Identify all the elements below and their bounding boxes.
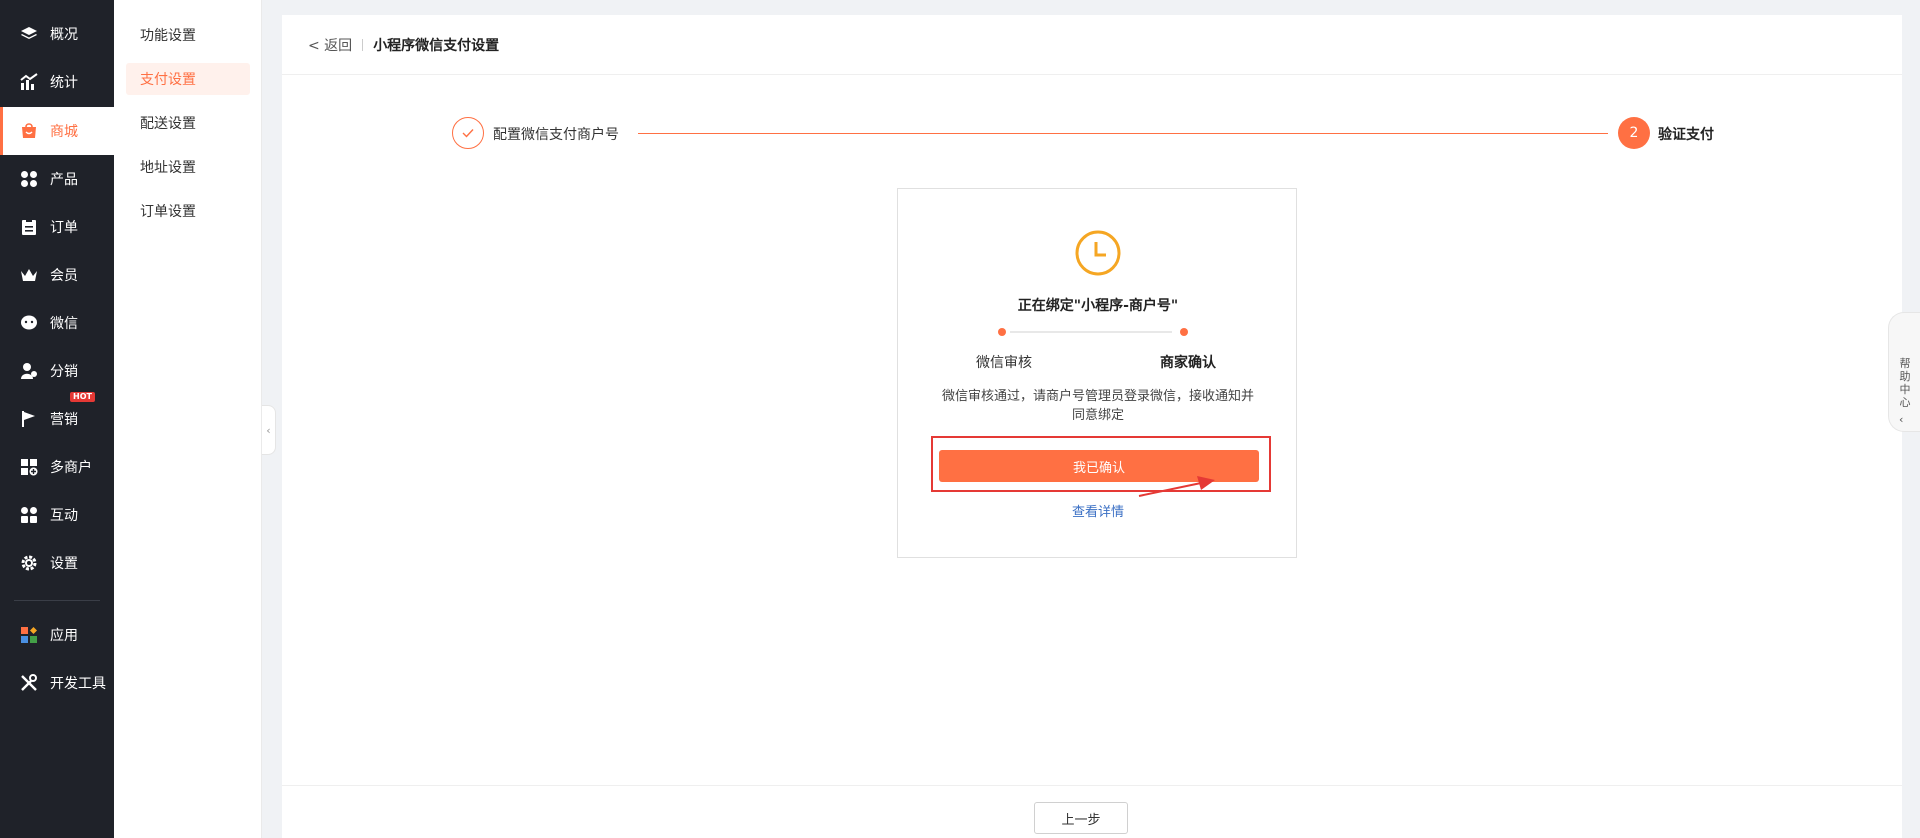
sidebar-item-label: 概况 [50,27,78,43]
sidebar-item-products[interactable]: 产品 [0,155,114,203]
sidebar-item-settings[interactable]: 设置 [0,539,114,587]
step1-check-icon [452,117,484,149]
sidebar-item-label: 互动 [50,508,78,524]
sidebar-item-interaction[interactable]: 互动 [0,491,114,539]
users-icon [20,362,38,380]
annotation-arrow-icon [1138,476,1215,497]
clipboard-icon [20,218,38,236]
sidebar-item-shop[interactable]: 商城 [0,107,114,155]
shop-icon [20,122,38,140]
clock-icon [1075,230,1121,276]
subnav-item-function[interactable]: 功能设置 [126,19,250,51]
sidebar-item-overview[interactable]: 概况 [0,10,114,58]
binding-status-card: 正在绑定"小程序-商户号" 微信审核 商家确认 微信审核通过，请商户号管理员登录… [897,188,1297,558]
sidebar-item-label: 应用 [50,628,78,644]
sidebar-item-label: 微信 [50,316,78,332]
page-title: 小程序微信支付设置 [373,37,500,54]
sidebar-item-label: 营销 [50,412,78,428]
sidebar-divider [14,600,100,601]
sidebar-item-orders[interactable]: 订单 [0,203,114,251]
tools-icon [20,674,38,692]
help-center-label: 帮助中心 [1899,357,1911,409]
step-connector-line [638,133,1608,134]
sidebar-item-marketing[interactable]: 营销 HOT [0,392,114,443]
grid-icon [20,170,38,188]
sidebar-item-dev-tools[interactable]: 开发工具 [0,659,114,707]
sidebar-item-label: 产品 [50,172,78,188]
bottom-action-bar: 上一步 [282,785,1902,838]
sidebar-item-label: 订单 [50,220,78,236]
sidebar-item-label: 开发工具 [50,676,106,692]
subnav-item-order[interactable]: 订单设置 [126,195,250,227]
sidebar-item-distribution[interactable]: 分销 [0,347,114,395]
binding-description: 微信审核通过，请商户号管理员登录微信，接收通知并同意绑定 [941,389,1254,423]
sidebar-item-apps[interactable]: 应用 [0,611,114,659]
subnav-item-payment[interactable]: 支付设置 [126,63,250,95]
sidebar-item-label: 多商户 [50,460,92,476]
apps-icon [20,626,38,644]
previous-step-button[interactable]: 上一步 [1034,802,1128,834]
sidebar-item-label: 设置 [50,556,78,572]
progress-dot-confirm [1180,328,1188,336]
view-details-link[interactable]: 查看详情 [898,501,1298,520]
sidebar-item-members[interactable]: 会员 [0,251,114,299]
sidebar-item-label: 会员 [50,268,78,284]
main-panel: < 返回 小程序微信支付设置 配置微信支付商户号 2 验证支付 正在绑定"小程序… [282,15,1902,838]
subnav-collapse-toggle[interactable]: ‹ [262,405,276,455]
binding-progress [998,327,1198,337]
step-indicator: 配置微信支付商户号 2 验证支付 [452,117,1714,149]
binding-title: 正在绑定"小程序-商户号" [1017,298,1179,314]
breadcrumb-separator [362,38,364,51]
flag-icon [20,410,38,428]
layers-icon [20,25,38,43]
chevron-left-icon: ‹ [1899,413,1904,426]
step2-number: 2 [1618,117,1650,149]
step2-label: 验证支付 [1658,127,1714,143]
help-center-tab[interactable]: 帮助中心 ‹ [1888,312,1920,432]
chevron-left-icon: ‹ [266,423,271,437]
step1-label: 配置微信支付商户号 [493,127,619,143]
store-plus-icon [20,458,38,476]
progress-dot-review [998,328,1006,336]
sidebar-item-stats[interactable]: 统计 [0,58,114,106]
progress-line [1010,331,1172,333]
crown-icon [20,266,38,284]
progress-label-confirm: 商家确认 [1160,355,1216,371]
gear-icon [20,554,38,572]
sidebar-item-label: 分销 [50,364,78,380]
sidebar-item-label: 统计 [50,75,78,91]
sidebar-item-wechat[interactable]: 微信 [0,299,114,347]
main-sidebar: 概况 统计 商城 产品 订单 会员 微信 分销 营销 HOT 多商户 互动 设置… [0,0,114,838]
subnav-item-address[interactable]: 地址设置 [126,151,250,183]
sidebar-item-label: 商城 [50,124,78,140]
subnav-item-delivery[interactable]: 配送设置 [126,107,250,139]
settings-subnav: 功能设置 支付设置 配送设置 地址设置 订单设置 [114,0,262,838]
highlight-box: 我已确认 [931,436,1271,492]
back-link[interactable]: < 返回 [308,35,352,55]
sidebar-item-multi-merchant[interactable]: 多商户 [0,443,114,491]
interact-icon [20,506,38,524]
hot-badge: HOT [70,392,95,402]
breadcrumb: < 返回 小程序微信支付设置 [282,15,1902,75]
chart-icon [20,73,38,91]
wechat-icon [20,314,38,332]
progress-label-review: 微信审核 [976,355,1032,371]
